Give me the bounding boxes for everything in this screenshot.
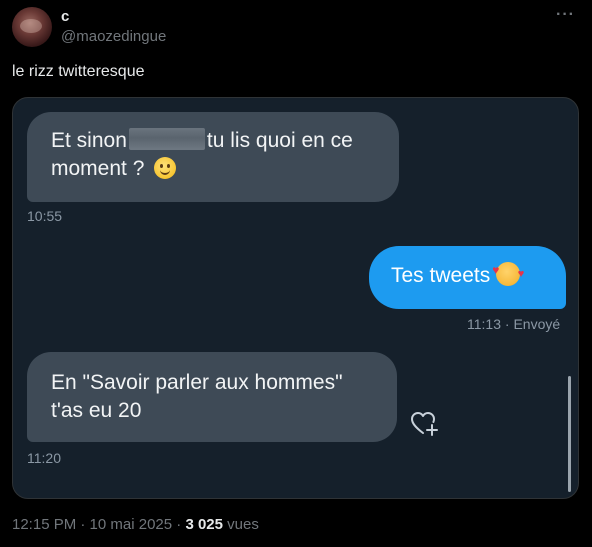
tweet-timestamp[interactable]: 12:15 PM · 10 mai 2025 · — [12, 516, 185, 533]
message-text-line: t'as eu 20 — [51, 399, 142, 422]
tweet-text: le rizz twitteresque — [12, 63, 145, 80]
message-text-line: En "Savoir parler aux hommes" — [51, 371, 343, 394]
scrollbar[interactable] — [568, 376, 571, 492]
views-label: vues — [222, 516, 259, 533]
smiling-face-with-hearts-icon — [492, 256, 524, 288]
message-timestamp: 11:20 — [27, 450, 61, 466]
tweet-media-screenshot[interactable]: Et sinon tu lis quoi en ce moment ? 10:55… — [12, 97, 579, 499]
message-bubble-incoming: En "Savoir parler aux hommes" t'as eu 20 — [27, 352, 397, 442]
message-bubble-outgoing: Tes tweets — [369, 246, 566, 309]
message-timestamp: 11:13 — [467, 316, 501, 332]
slightly-smiling-face-icon — [154, 157, 177, 179]
message-timestamp-status: 11:13 · Envoyé — [467, 316, 560, 332]
message-text: Tes tweets — [391, 264, 491, 287]
views-count: 3 025 — [185, 516, 223, 533]
message-bubble-incoming: Et sinon tu lis quoi en ce moment ? — [27, 112, 399, 202]
avatar[interactable] — [12, 7, 52, 47]
tweet-meta: 12:15 PM · 10 mai 2025 · 3 025 vues — [12, 516, 259, 533]
message-status: · Envoyé — [504, 316, 561, 332]
message-timestamp: 10:55 — [27, 208, 63, 224]
author-handle[interactable]: @maozedingue — [61, 28, 166, 45]
heart-add-icon[interactable] — [411, 411, 439, 437]
author-display-name[interactable]: c — [61, 8, 69, 25]
more-horizontal-icon[interactable]: ··· — [556, 6, 575, 24]
message-text: Et sinon — [51, 129, 127, 152]
redaction-blur — [128, 128, 205, 150]
